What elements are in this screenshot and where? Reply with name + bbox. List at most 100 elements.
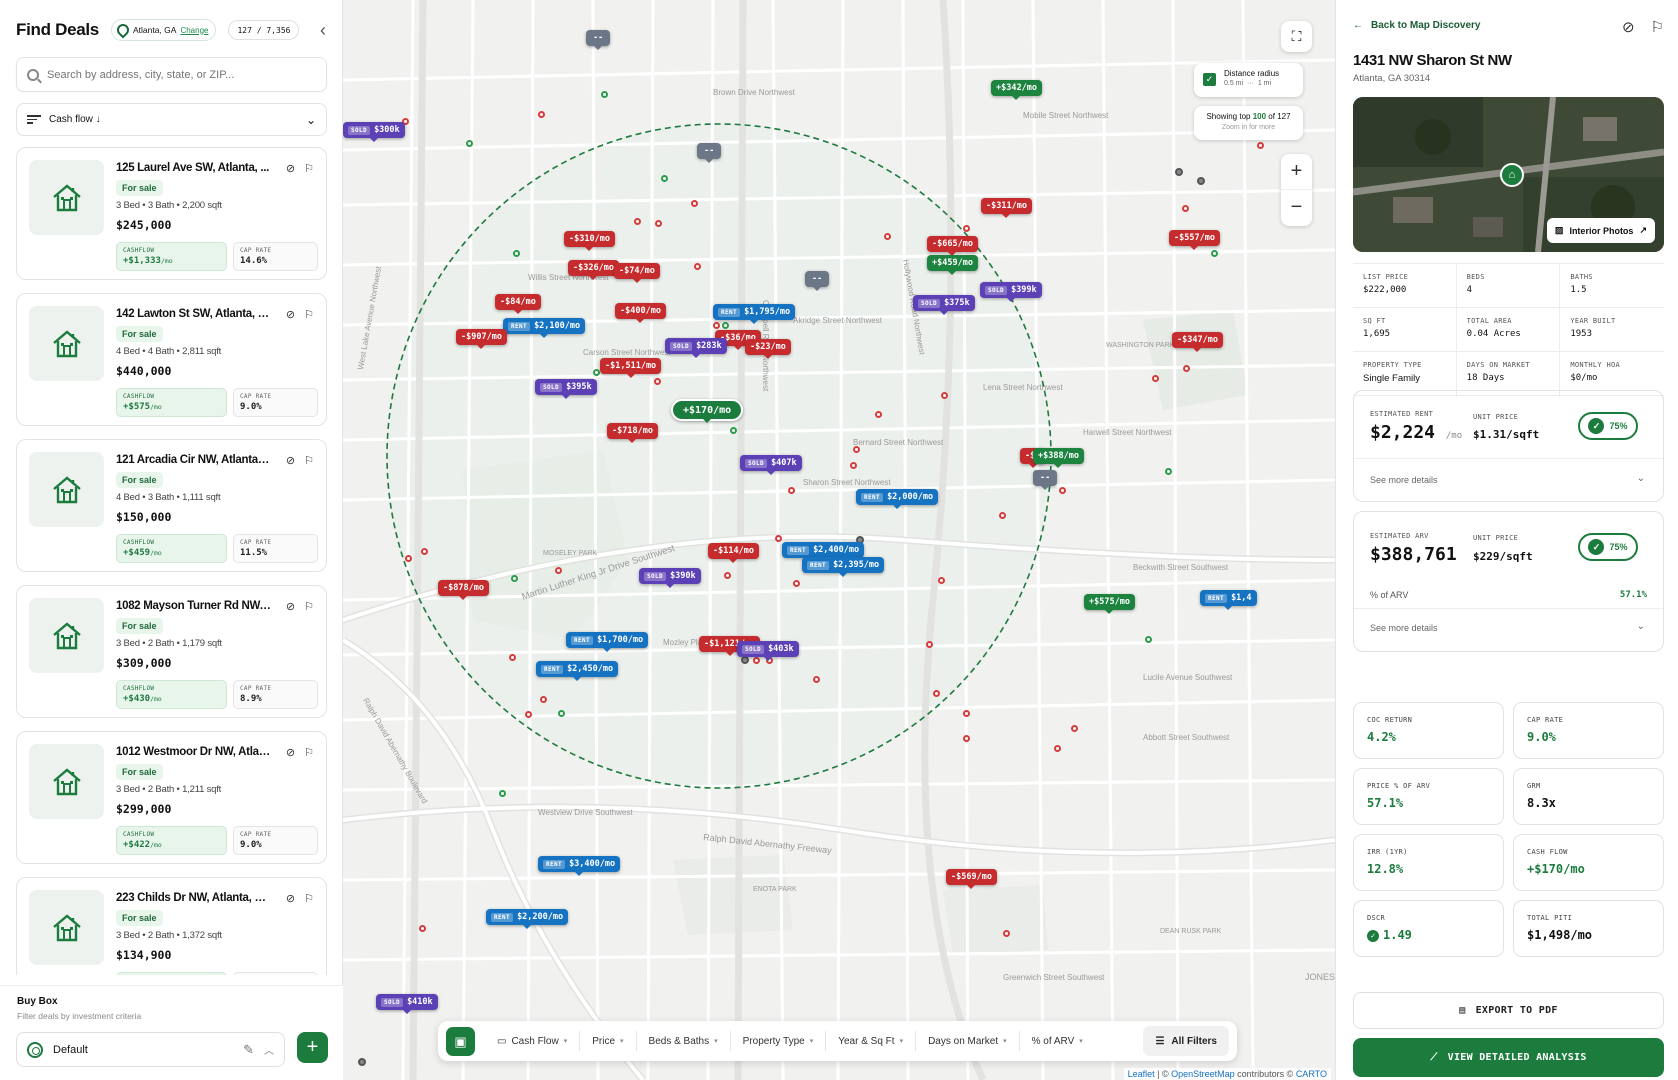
zoom-in-button[interactable]: + bbox=[1281, 154, 1312, 190]
distance-radius-checkbox[interactable]: ✓ bbox=[1203, 73, 1216, 86]
bookmark-icon[interactable]: ⚐ bbox=[304, 162, 314, 175]
listing-address[interactable]: 1012 Westmoor Dr NW, Atlan... bbox=[116, 746, 271, 758]
map-point[interactable] bbox=[358, 1058, 366, 1066]
map-marker-neg[interactable]: -$400/mo bbox=[615, 303, 666, 323]
all-filters-button[interactable]: ☰ All Filters bbox=[1143, 1026, 1229, 1056]
listing-address[interactable]: 125 Laurel Ave SW, Atlanta, ... bbox=[116, 162, 271, 174]
map-point[interactable] bbox=[421, 548, 428, 555]
view-detailed-analysis-button[interactable]: ⟋ VIEW DETAILED ANALYSIS bbox=[1353, 1038, 1664, 1077]
map-point[interactable] bbox=[555, 567, 562, 574]
bookmark-icon[interactable]: ⚐ bbox=[304, 600, 314, 613]
map-point[interactable] bbox=[1003, 930, 1010, 937]
map-point[interactable] bbox=[938, 577, 945, 584]
selected-property-marker[interactable]: +$170/mo bbox=[671, 399, 744, 423]
map-point[interactable] bbox=[511, 575, 518, 582]
search-input[interactable] bbox=[47, 68, 316, 81]
map-point[interactable] bbox=[850, 462, 857, 469]
map-point[interactable] bbox=[1211, 250, 1218, 257]
chevron-down-icon[interactable]: ⌄ bbox=[1637, 621, 1645, 632]
filter-dropdown[interactable]: % of ARV ▾ bbox=[1020, 1036, 1095, 1047]
map-marker-rent[interactable]: RENT $2,400/mo bbox=[782, 542, 865, 562]
filter-dropdown[interactable]: Property Type ▾ bbox=[731, 1036, 826, 1047]
listing-card[interactable]: 125 Laurel Ave SW, Atlanta, ... ⊘ ⚐ For sal… bbox=[16, 147, 327, 280]
listing-card[interactable]: 1012 Westmoor Dr NW, Atlan... ⊘ ⚐ For sale 3… bbox=[16, 731, 327, 864]
map-point[interactable] bbox=[634, 218, 641, 225]
map-marker-dash[interactable]: -- bbox=[1033, 470, 1058, 490]
map-point[interactable] bbox=[540, 696, 547, 703]
filter-dropdown[interactable]: Price ▾ bbox=[580, 1036, 635, 1047]
map-point[interactable] bbox=[963, 225, 970, 232]
filter-dropdown[interactable]: Beds & Baths ▾ bbox=[637, 1036, 730, 1047]
location-chip[interactable]: Atlanta, GA Change bbox=[110, 19, 217, 41]
map-point[interactable] bbox=[933, 690, 940, 697]
map-point[interactable] bbox=[722, 322, 729, 329]
listing-address[interactable]: 121 Arcadia Cir NW, Atlanta, ... bbox=[116, 454, 271, 466]
map-point[interactable] bbox=[1054, 745, 1061, 752]
map-marker-neg[interactable]: -$347/mo bbox=[1172, 332, 1223, 352]
map-marker-sold[interactable]: SOLD $403k bbox=[737, 641, 799, 661]
map-point[interactable] bbox=[654, 378, 661, 385]
bookmark-icon[interactable]: ⚐ bbox=[304, 746, 314, 759]
map-marker-rent[interactable]: RENT $3,400/mo bbox=[538, 856, 621, 876]
map-marker-neg[interactable]: -$326/mo bbox=[568, 260, 619, 280]
map-point[interactable] bbox=[466, 140, 473, 147]
radius-option[interactable]: 0.5 mi bbox=[1224, 80, 1243, 87]
map-point[interactable] bbox=[525, 711, 532, 718]
map-point[interactable] bbox=[593, 369, 600, 376]
map-point[interactable] bbox=[741, 656, 749, 664]
arv-see-more-link[interactable]: See more details bbox=[1370, 623, 1438, 633]
listing-address[interactable]: 1082 Mayson Turner Rd NW, ... bbox=[116, 600, 271, 612]
listing-card[interactable]: 142 Lawton St SW, Atlanta, G... ⊘ ⚐ For sal… bbox=[16, 293, 327, 426]
map-point[interactable] bbox=[499, 790, 506, 797]
zoom-control[interactable]: + − bbox=[1281, 154, 1312, 226]
property-aerial-photo[interactable]: ⌂ ▨ Interior Photos ↗ bbox=[1353, 97, 1664, 252]
map-point[interactable] bbox=[1197, 177, 1205, 185]
map-marker-rent[interactable]: RENT $2,450/mo bbox=[536, 661, 619, 681]
map-point[interactable] bbox=[853, 446, 860, 453]
map-point[interactable] bbox=[884, 233, 891, 240]
listing-card[interactable]: 121 Arcadia Cir NW, Atlanta, ... ⊘ ⚐ For sa… bbox=[16, 439, 327, 572]
listing-card[interactable]: 1082 Mayson Turner Rd NW, ... ⊘ ⚐ For sale 3… bbox=[16, 585, 327, 718]
map-point[interactable] bbox=[713, 322, 720, 329]
map-point[interactable] bbox=[1165, 468, 1172, 475]
sort-dropdown[interactable]: Cash flow ↓ ⌄ bbox=[16, 103, 327, 136]
map-marker-rent[interactable]: RENT $2,200/mo bbox=[486, 909, 569, 929]
map-point[interactable] bbox=[419, 925, 426, 932]
map-point[interactable] bbox=[694, 263, 701, 270]
map-point[interactable] bbox=[601, 91, 608, 98]
map-point[interactable] bbox=[1059, 487, 1066, 494]
listing-address[interactable]: 142 Lawton St SW, Atlanta, G... bbox=[116, 308, 271, 320]
map-point[interactable] bbox=[999, 512, 1006, 519]
buy-box-select[interactable]: Default ✎ ︿ bbox=[16, 1032, 285, 1067]
map-marker-neg[interactable]: -$569/mo bbox=[946, 869, 997, 889]
map-point[interactable] bbox=[813, 676, 820, 683]
hide-icon[interactable]: ⊘ bbox=[286, 162, 295, 175]
chevron-up-icon[interactable]: ︿ bbox=[264, 1042, 274, 1057]
map-point[interactable] bbox=[963, 710, 970, 717]
bookmark-icon[interactable]: ⚐ bbox=[304, 892, 314, 905]
map-marker-rent[interactable]: RENT $2,000/mo bbox=[856, 489, 939, 509]
map-point[interactable] bbox=[793, 580, 800, 587]
radius-options[interactable]: 0.5 mi ··· 1 mi bbox=[1224, 80, 1297, 87]
map-marker-sold[interactable]: SOLD $395k bbox=[535, 379, 597, 399]
map-marker-rent[interactable]: RENT $1,700/mo bbox=[566, 632, 649, 652]
bookmark-icon[interactable]: ⚐ bbox=[304, 454, 314, 467]
filter-dropdown[interactable]: ▭ Cash Flow ▾ bbox=[485, 1036, 579, 1047]
map-marker-pos[interactable]: +$575/mo bbox=[1084, 594, 1135, 614]
map-point[interactable] bbox=[941, 392, 948, 399]
filter-dropdown[interactable]: Days on Market ▾ bbox=[916, 1036, 1019, 1047]
map-marker-sold[interactable]: SOLD $407k bbox=[740, 455, 802, 475]
change-location-link[interactable]: Change bbox=[180, 26, 208, 35]
map-marker-rent[interactable]: RENT $2,100/mo bbox=[503, 318, 586, 338]
map-marker-neg[interactable]: -$23/mo bbox=[745, 339, 791, 359]
map-point[interactable] bbox=[558, 710, 565, 717]
map-marker-pos[interactable]: +$388/mo bbox=[1033, 448, 1084, 468]
map-marker-dash[interactable]: -- bbox=[805, 271, 830, 291]
map-point[interactable] bbox=[724, 572, 731, 579]
bookmark-icon[interactable]: ⚐ bbox=[1651, 18, 1664, 36]
hide-icon[interactable]: ⊘ bbox=[286, 454, 295, 467]
map-marker-dash[interactable]: -- bbox=[697, 143, 722, 163]
collapse-sidebar-icon[interactable]: ‹ bbox=[320, 20, 326, 41]
map-marker-neg[interactable]: -$907/mo bbox=[456, 329, 507, 349]
map-point[interactable] bbox=[730, 427, 737, 434]
